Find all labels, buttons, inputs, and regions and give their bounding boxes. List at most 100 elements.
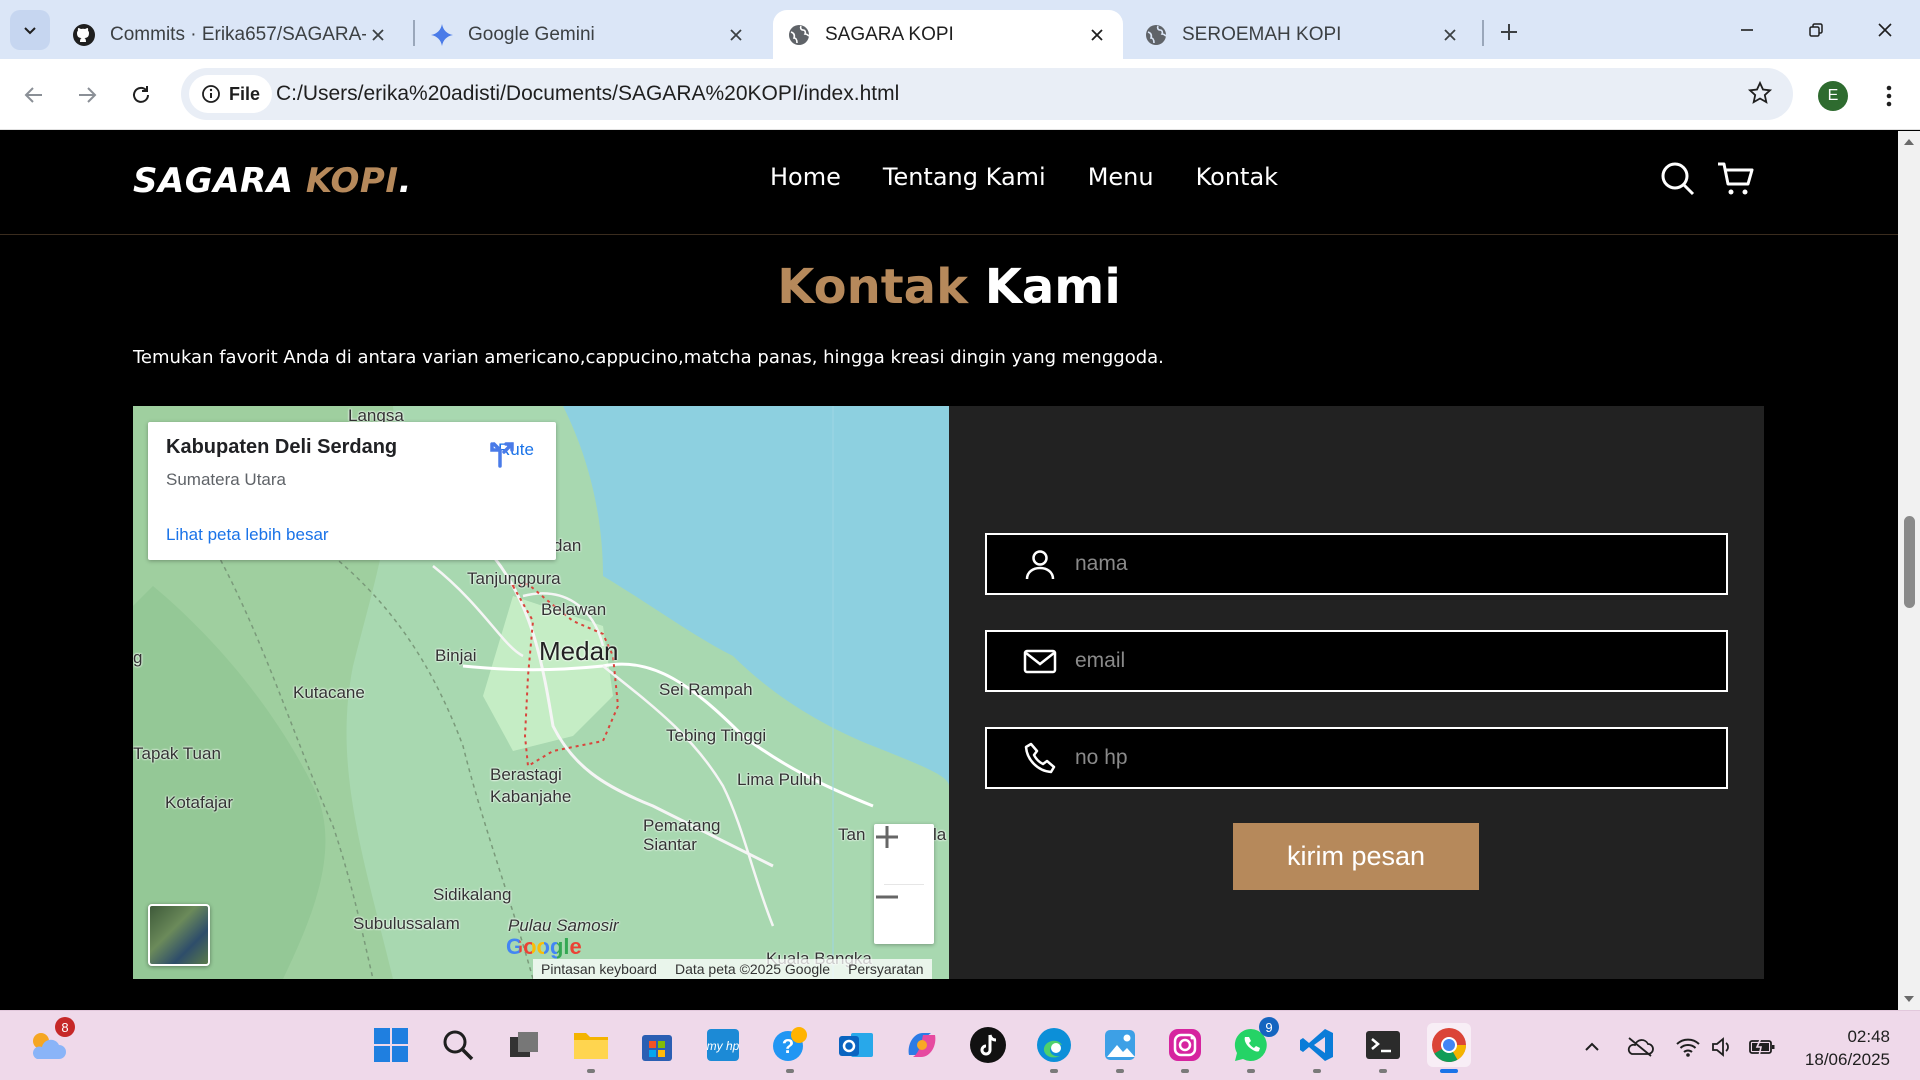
myhp-icon: my hp (707, 1029, 740, 1061)
map-label: Sidikalang (433, 885, 512, 904)
close-icon[interactable] (366, 23, 390, 47)
tab-github[interactable]: Commits · Erika657/SAGARA-K (58, 10, 404, 59)
taskbar-edge[interactable] (1032, 1023, 1076, 1073)
name-input[interactable] (1075, 535, 1705, 593)
scrollbar-thumb[interactable] (1904, 516, 1915, 608)
gemini-icon (431, 23, 453, 46)
taskbar-myhp[interactable]: my hp (701, 1023, 745, 1067)
browser-menu-button[interactable] (1874, 79, 1904, 113)
taskbar-copilot-edu[interactable]: ? (768, 1023, 812, 1073)
taskbar-vscode[interactable] (1295, 1023, 1339, 1073)
address-bar[interactable]: File C:/Users/erika%20adisti/Documents/S… (181, 68, 1793, 120)
site-info-chip[interactable]: File (189, 75, 273, 113)
taskbar-search-button[interactable] (436, 1023, 480, 1067)
satellite-layer-toggle[interactable] (148, 904, 210, 966)
forward-button[interactable] (67, 75, 107, 115)
chrome-icon (1432, 1028, 1466, 1062)
restore-icon (1809, 23, 1823, 37)
restore-button[interactable] (1793, 12, 1839, 48)
phone-input[interactable] (1075, 729, 1705, 787)
tab-search-button[interactable] (10, 10, 50, 50)
weather-widget[interactable]: 8 (25, 1017, 75, 1067)
place-title: Kabupaten Deli Serdang (166, 436, 398, 458)
url-text[interactable]: C:/Users/erika%20adisti/Documents/SAGARA… (276, 82, 899, 106)
site-menu: Home Tentang Kami Menu Kontak (770, 163, 1278, 191)
onedrive-tray[interactable] (1626, 1033, 1654, 1061)
browser-toolbar: File C:/Users/erika%20adisti/Documents/S… (0, 59, 1920, 130)
taskbar-file-explorer[interactable] (569, 1023, 613, 1073)
zoom-out-button[interactable] (874, 884, 934, 944)
wifi-icon (1676, 1038, 1700, 1057)
zoom-in-button[interactable] (874, 824, 934, 884)
larger-map-link[interactable]: Lihat peta lebih besar (166, 525, 329, 545)
taskbar-outlook[interactable] (834, 1023, 878, 1067)
taskbar-terminal[interactable] (1361, 1023, 1405, 1073)
task-view-button[interactable] (502, 1023, 546, 1067)
submit-button[interactable]: kirim pesan (1233, 823, 1479, 890)
name-field (985, 533, 1728, 595)
zoom-controls (874, 824, 934, 944)
volume-tray[interactable] (1708, 1033, 1736, 1061)
taskbar-chrome[interactable] (1427, 1023, 1471, 1073)
bookmark-star-icon[interactable] (1747, 80, 1773, 110)
email-input[interactable] (1075, 632, 1705, 690)
close-icon[interactable] (724, 23, 748, 47)
site-logo[interactable]: SAGARA KOPI. (133, 161, 412, 201)
outlook-icon (839, 1033, 873, 1057)
close-icon[interactable] (1085, 23, 1109, 47)
tab-sagara-kopi[interactable]: SAGARA KOPI (773, 10, 1123, 59)
site-navbar: SAGARA KOPI. Home Tentang Kami Menu Kont… (0, 131, 1898, 235)
embedded-map[interactable]: Langsa dan Tanjungpura Belawan Binjai Me… (133, 406, 949, 979)
tab-seroemah-kopi[interactable]: SEROEMAH KOPI (1130, 10, 1476, 59)
tab-gemini[interactable]: Google Gemini (416, 10, 762, 59)
tab-divider (1482, 20, 1484, 46)
nav-home[interactable]: Home (770, 163, 841, 191)
title-accent: Kontak (777, 259, 968, 315)
tab-divider (413, 20, 415, 46)
weather-badge: 8 (55, 1017, 75, 1037)
reload-button[interactable] (121, 75, 161, 115)
close-window-button[interactable] (1862, 12, 1908, 48)
map-label: Belawan (541, 600, 607, 619)
back-button[interactable] (14, 75, 54, 115)
clock-time: 02:48 (1847, 1027, 1890, 1046)
copilot-icon (908, 1033, 936, 1057)
section-description: Temukan favorit Anda di antara varian am… (133, 347, 1164, 368)
battery-tray[interactable] (1748, 1033, 1776, 1061)
minimize-button[interactable] (1724, 12, 1770, 48)
route-button[interactable]: Rute (488, 440, 544, 468)
map-label: Berastagi (490, 765, 562, 784)
terms-link[interactable]: Persyaratan (848, 961, 923, 977)
nav-tentang-kami[interactable]: Tentang Kami (883, 163, 1046, 191)
nav-kontak[interactable]: Kontak (1196, 163, 1278, 191)
info-icon (202, 85, 220, 103)
taskbar-whatsapp[interactable]: 9 (1229, 1017, 1279, 1073)
nav-menu[interactable]: Menu (1088, 163, 1154, 191)
close-icon[interactable] (1438, 23, 1462, 47)
search-icon[interactable] (1658, 159, 1698, 199)
page-scrollbar[interactable] (1898, 131, 1920, 1010)
scroll-down-icon[interactable] (1903, 993, 1915, 1005)
map-label: Kutacane (293, 683, 365, 702)
keyboard-shortcuts-link[interactable]: Pintasan keyboard (541, 961, 657, 977)
plus-icon (876, 826, 898, 848)
taskbar-copilot[interactable] (900, 1023, 944, 1067)
scroll-up-icon[interactable] (1903, 136, 1915, 148)
map-label: la (933, 825, 947, 844)
cloud-offline-icon (1627, 1037, 1654, 1057)
shopping-cart-icon[interactable] (1716, 159, 1756, 199)
taskbar-photos[interactable] (1098, 1023, 1142, 1073)
taskbar-tiktok[interactable] (966, 1023, 1010, 1067)
wifi-tray[interactable] (1674, 1033, 1702, 1061)
taskbar-instagram[interactable] (1163, 1023, 1207, 1073)
taskbar-microsoft-store[interactable] (635, 1023, 679, 1067)
system-clock[interactable]: 02:48 18/06/2025 (1780, 1025, 1890, 1071)
minimize-icon (1741, 29, 1753, 31)
new-tab-button[interactable] (1491, 14, 1527, 50)
mail-icon (1023, 644, 1057, 678)
place-subtitle: Sumatera Utara (166, 470, 286, 489)
help-icon: ? (773, 1027, 807, 1061)
start-button[interactable] (369, 1023, 413, 1067)
profile-avatar[interactable]: E (1818, 81, 1848, 111)
show-hidden-icons-button[interactable] (1578, 1033, 1606, 1061)
